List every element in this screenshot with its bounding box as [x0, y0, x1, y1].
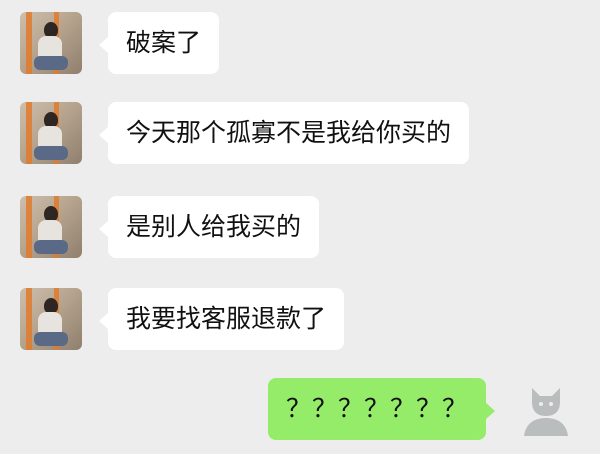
- friend-avatar[interactable]: [20, 196, 82, 258]
- friend-avatar[interactable]: [20, 288, 82, 350]
- friend-avatar[interactable]: [20, 12, 82, 74]
- message-row: 今天那个孤寡不是我给你买的: [0, 92, 600, 182]
- message-row: 破案了: [0, 0, 600, 90]
- incoming-message-bubble[interactable]: 破案了: [98, 12, 220, 74]
- message-row: ？？？？？？？: [0, 368, 600, 454]
- default-user-avatar-icon[interactable]: [518, 382, 574, 438]
- message-row: 我要找客服退款了: [0, 276, 600, 366]
- outgoing-message-bubble[interactable]: ？？？？？？？: [268, 378, 496, 440]
- incoming-message-bubble[interactable]: 是别人给我买的: [98, 196, 320, 258]
- friend-avatar[interactable]: [20, 102, 82, 164]
- incoming-message-bubble[interactable]: 我要找客服退款了: [98, 288, 345, 350]
- message-row: 是别人给我买的: [0, 184, 600, 274]
- incoming-message-bubble[interactable]: 今天那个孤寡不是我给你买的: [98, 102, 470, 164]
